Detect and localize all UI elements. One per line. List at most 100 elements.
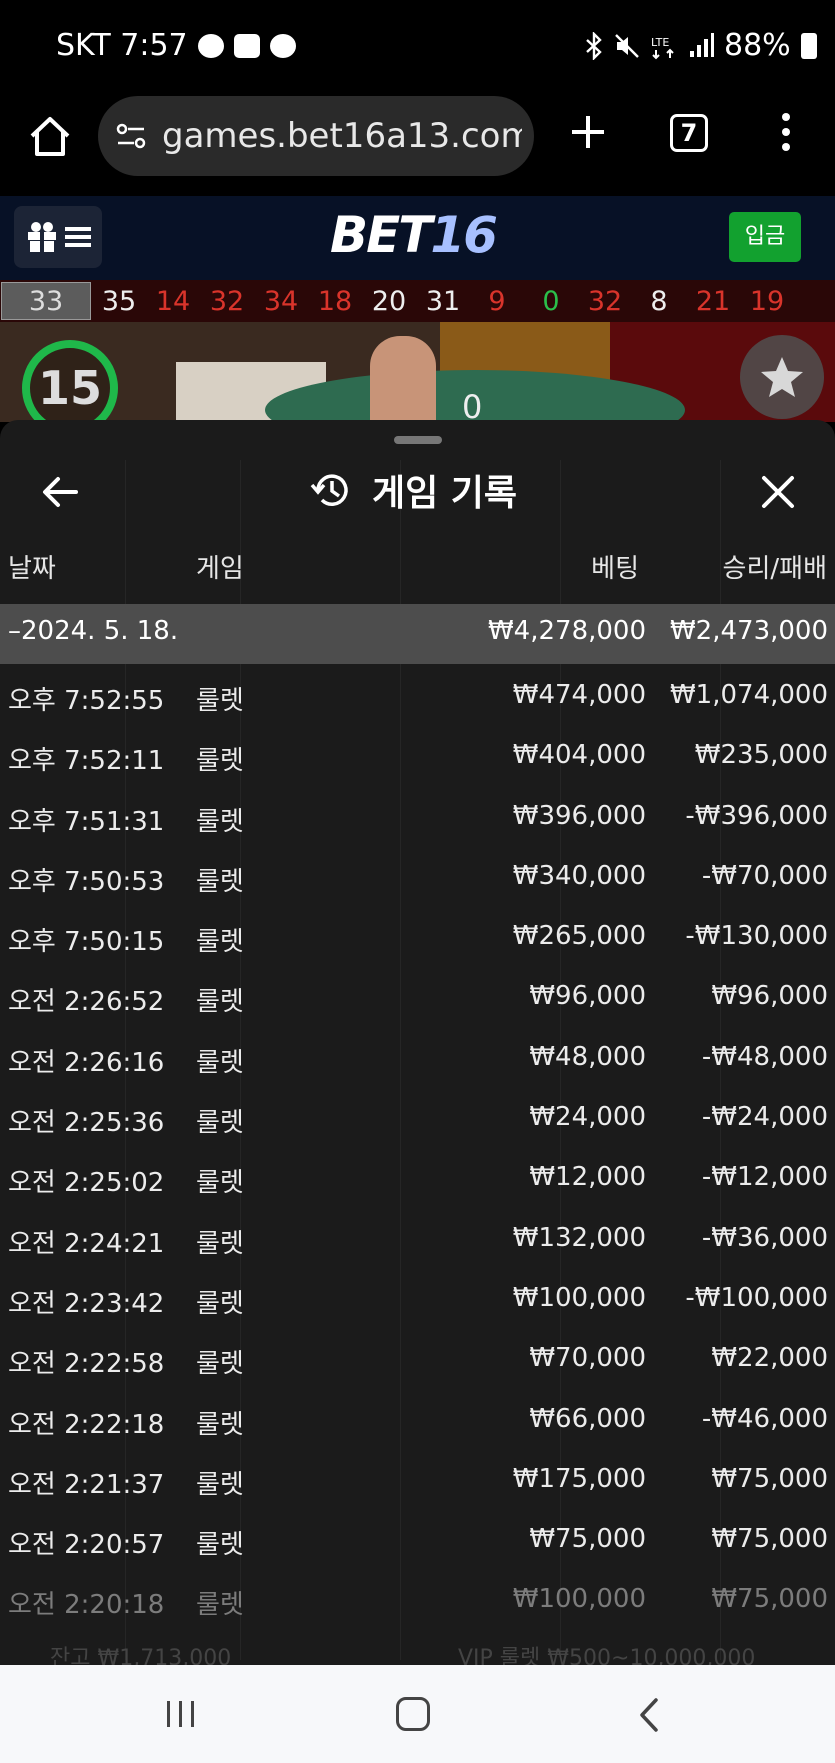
- row-time: 오후 7:51:31: [8, 806, 165, 837]
- row-bet: ₩70,000: [529, 1343, 646, 1374]
- row-bet: ₩12,000: [529, 1162, 646, 1193]
- row-time: 오후 7:50:15: [8, 927, 165, 958]
- site-settings-icon[interactable]: [114, 119, 148, 153]
- recents-icon[interactable]: [164, 1699, 198, 1729]
- row-result: ₩235,000: [694, 740, 828, 771]
- result-number: 32: [587, 285, 623, 317]
- panel-title: 게임 기록: [310, 464, 517, 516]
- result-number: 32: [209, 285, 245, 317]
- row-game: 룰렛: [196, 1228, 244, 1259]
- row-result: -₩48,000: [701, 1041, 828, 1072]
- live-video: 0: [0, 322, 835, 422]
- back-arrow-icon[interactable]: [40, 472, 80, 512]
- row-time: 오전 2:23:42: [8, 1288, 165, 1319]
- browser-toolbar: games.bet16a13.com/ 7: [0, 96, 835, 196]
- talk-notification-icon: [197, 33, 224, 58]
- row-bet: ₩48,000: [529, 1041, 646, 1072]
- menu-button[interactable]: [14, 206, 102, 268]
- row-result: -₩100,000: [685, 1282, 828, 1313]
- site-logo[interactable]: BET16: [330, 206, 498, 264]
- row-result: -₩70,000: [701, 860, 828, 891]
- result-number: 34: [263, 285, 299, 317]
- row-bet: ₩75,000: [529, 1524, 646, 1555]
- row-time: 오전 2:22:18: [8, 1409, 165, 1440]
- row-time: 오후 7:50:53: [8, 866, 165, 897]
- row-game: 룰렛: [196, 806, 244, 837]
- row-game: 룰렛: [196, 1108, 244, 1139]
- row-game: 룰렛: [196, 1349, 244, 1380]
- row-game: 룰렛: [196, 866, 244, 897]
- logo-number: 16: [430, 206, 498, 264]
- row-game: 룰렛: [196, 1469, 244, 1500]
- history-row[interactable]: 오후 7:51:31 룰렛 ₩396,000 -₩396,000: [0, 785, 835, 845]
- column-header: 날짜 게임 베팅 승리/패배: [0, 548, 835, 598]
- lte-icon: LTE: [651, 36, 674, 59]
- current-result: 33: [1, 282, 91, 320]
- battery-percent: 88%: [724, 28, 791, 63]
- date-group-win-loss-total: ₩2,473,000: [669, 616, 828, 646]
- row-bet: ₩404,000: [512, 740, 646, 771]
- row-time: 오전 2:22:58: [8, 1349, 165, 1380]
- history-row[interactable]: 오전 2:20:57 룰렛 ₩75,000 ₩75,000: [0, 1508, 835, 1568]
- new-tab-icon[interactable]: [570, 114, 606, 150]
- drag-handle[interactable]: [394, 436, 442, 444]
- row-result: -₩12,000: [701, 1162, 828, 1193]
- row-time: 오전 2:26:52: [8, 987, 165, 1018]
- result-number: 21: [695, 285, 731, 317]
- history-rows: 오후 7:52:55 룰렛 ₩474,000 ₩1,074,000 오후 7:52:11…: [0, 664, 835, 1629]
- back-nav-icon[interactable]: [636, 1697, 662, 1733]
- deposit-button[interactable]: 입금: [729, 212, 801, 262]
- history-row[interactable]: 오후 7:50:53 룰렛 ₩340,000 -₩70,000: [0, 845, 835, 905]
- result-history-strip: 33 35 14 32 34 18 20 31 9 0 32 8 21 19: [0, 280, 835, 322]
- more-menu-icon[interactable]: [780, 112, 792, 152]
- result-number: 18: [317, 285, 353, 317]
- history-row[interactable]: 오전 2:23:42 룰렛 ₩100,000 -₩100,000: [0, 1267, 835, 1327]
- history-row[interactable]: 오후 7:52:11 룰렛 ₩404,000 ₩235,000: [0, 724, 835, 784]
- mute-icon: [615, 33, 639, 58]
- star-icon: [761, 357, 803, 397]
- history-row[interactable]: 오전 2:22:18 룰렛 ₩66,000 -₩46,000: [0, 1388, 835, 1448]
- history-row[interactable]: 오전 2:22:58 룰렛 ₩70,000 ₩22,000: [0, 1327, 835, 1387]
- row-result: -₩46,000: [701, 1403, 828, 1434]
- row-time: 오전 2:24:21: [8, 1228, 165, 1259]
- history-row[interactable]: 오전 2:25:02 룰렛 ₩12,000 -₩12,000: [0, 1146, 835, 1206]
- date-group-row[interactable]: –2024. 5. 18. ₩4,278,000 ₩2,473,000: [0, 604, 835, 664]
- hamburger-icon: [65, 227, 91, 247]
- status-right: LTE 88%: [354, 28, 817, 63]
- alarm-icon: [269, 33, 296, 58]
- row-game: 룰렛: [196, 1288, 244, 1319]
- url-text[interactable]: games.bet16a13.com/: [162, 116, 522, 156]
- close-icon[interactable]: [758, 472, 798, 512]
- history-row[interactable]: 오전 2:24:21 룰렛 ₩132,000 -₩36,000: [0, 1207, 835, 1267]
- row-game: 룰렛: [196, 746, 244, 777]
- home-icon[interactable]: [28, 114, 72, 158]
- address-bar[interactable]: games.bet16a13.com/: [98, 96, 534, 176]
- favorite-button[interactable]: [740, 335, 824, 419]
- history-row[interactable]: 오전 2:26:52 룰렛 ₩96,000 ₩96,000: [0, 965, 835, 1025]
- row-time: 오후 7:52:11: [8, 746, 165, 777]
- row-result: -₩36,000: [701, 1222, 828, 1253]
- row-game: 룰렛: [196, 1047, 244, 1078]
- result-number: 14: [155, 285, 191, 317]
- tab-switcher-button[interactable]: 7: [670, 114, 708, 152]
- result-number: 9: [488, 285, 506, 317]
- column-date: 날짜: [8, 554, 56, 584]
- history-row[interactable]: 오전 2:20:18 룰렛 ₩100,000 ₩75,000: [0, 1568, 835, 1628]
- row-time: 오전 2:26:16: [8, 1047, 165, 1078]
- carrier-time: SKT 7:57: [56, 28, 188, 63]
- history-row[interactable]: 오전 2:26:16 룰렛 ₩48,000 -₩48,000: [0, 1026, 835, 1086]
- history-row[interactable]: 오전 2:25:36 룰렛 ₩24,000 -₩24,000: [0, 1086, 835, 1146]
- vip-label: VIP 룰렛 ₩500~10,000,000: [458, 1646, 756, 1665]
- battery-icon: [800, 32, 817, 59]
- home-nav-icon[interactable]: [396, 1697, 430, 1731]
- row-game: 룰렛: [196, 987, 244, 1018]
- result-number: 0: [542, 285, 560, 317]
- history-row[interactable]: 오후 7:50:15 룰렛 ₩265,000 -₩130,000: [0, 905, 835, 965]
- history-row[interactable]: 오전 2:21:37 룰렛 ₩175,000 ₩75,000: [0, 1448, 835, 1508]
- row-result: -₩396,000: [685, 800, 828, 831]
- row-time: 오전 2:20:57: [8, 1530, 165, 1561]
- dealer: [370, 336, 436, 422]
- row-time: 오전 2:20:18: [8, 1590, 165, 1621]
- row-result: ₩75,000: [711, 1463, 828, 1494]
- history-row[interactable]: 오후 7:52:55 룰렛 ₩474,000 ₩1,074,000: [0, 664, 835, 724]
